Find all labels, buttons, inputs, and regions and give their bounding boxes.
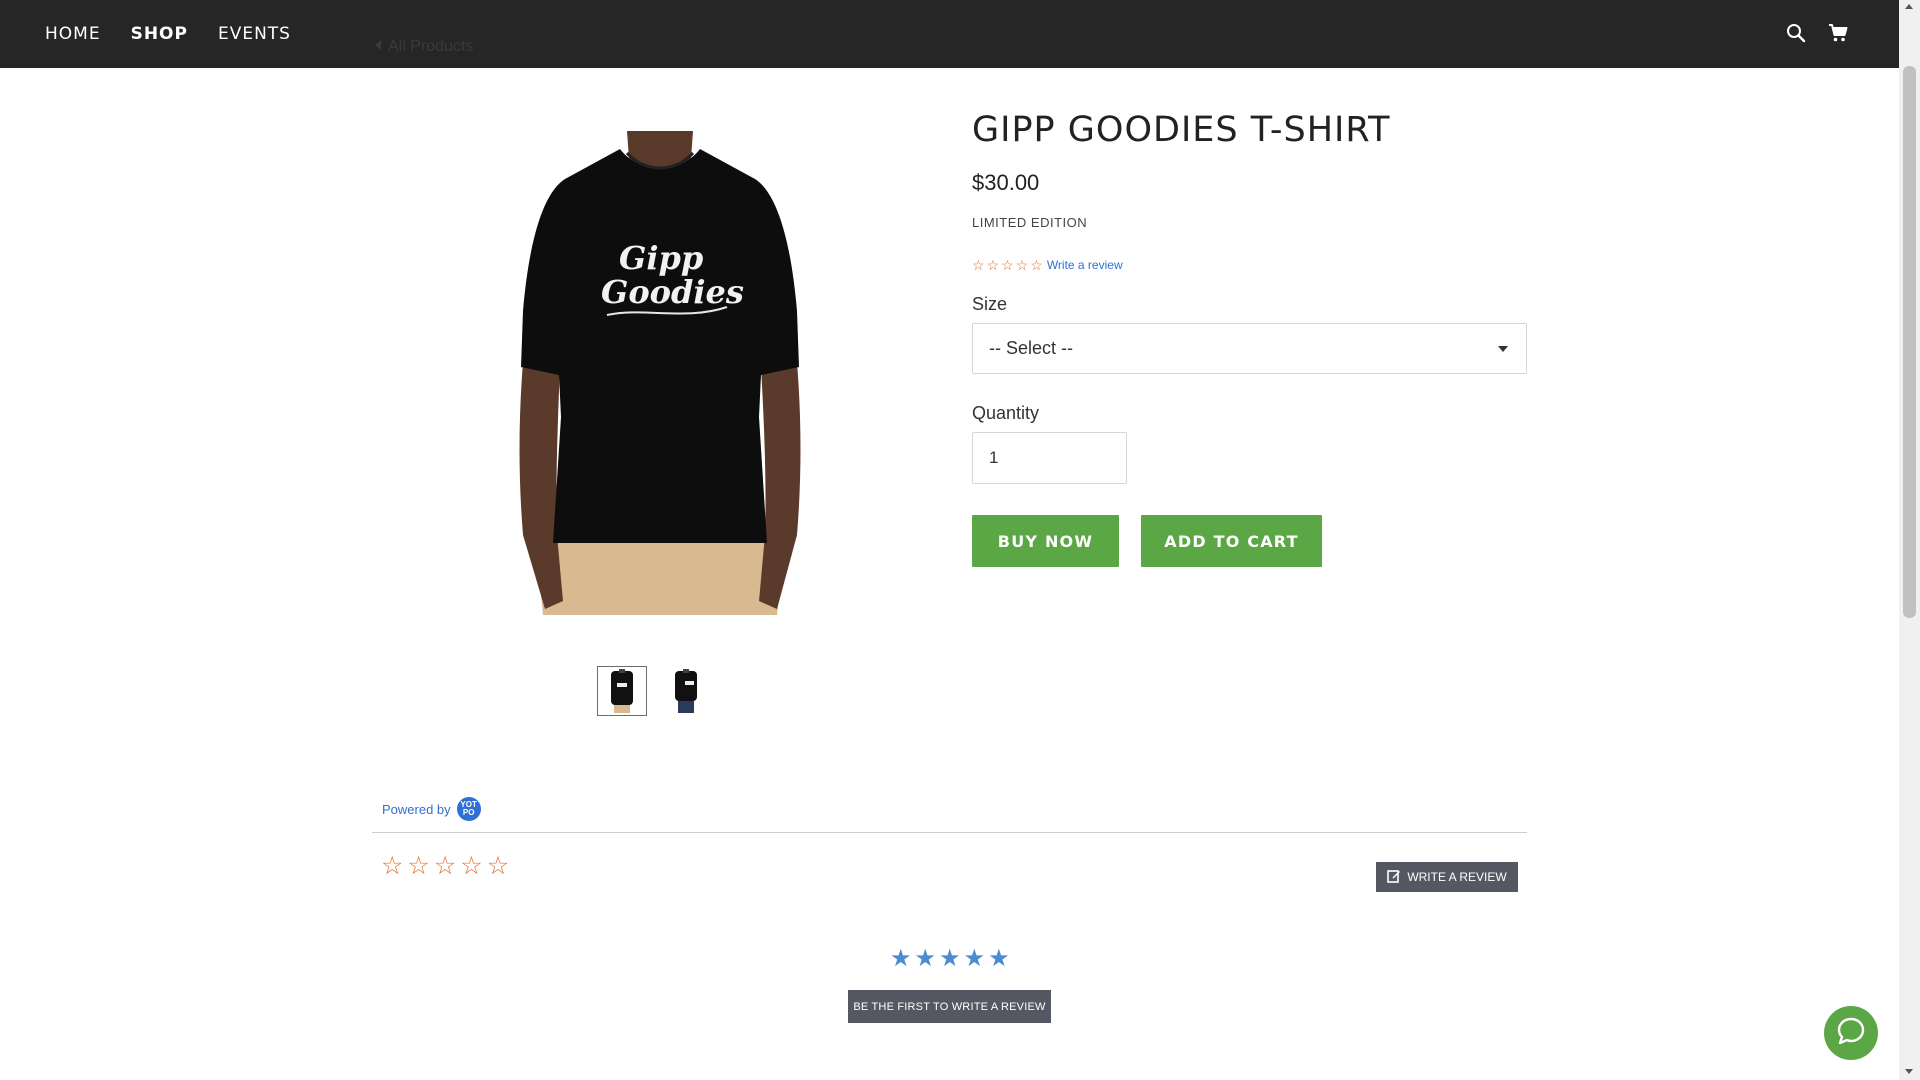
quantity-input[interactable] — [972, 432, 1127, 484]
star-empty-icon: ☆ — [986, 257, 1000, 273]
star-filled-icon: ★ — [939, 945, 961, 972]
caret-left-icon — [374, 38, 382, 56]
size-select-value: -- Select -- — [989, 338, 1074, 358]
header-icons — [1785, 22, 1849, 44]
thumbnail-2[interactable] — [661, 666, 711, 716]
svg-text:Goodies: Goodies — [601, 273, 744, 311]
star-empty-icon: ☆ — [972, 257, 985, 273]
scrollbar-thumb[interactable] — [1903, 66, 1916, 618]
chat-icon — [1836, 1016, 1866, 1051]
size-label: Size — [972, 294, 1008, 314]
back-link-label: All Products — [388, 38, 474, 55]
back-to-products-link[interactable]: All Products — [374, 38, 473, 56]
star-empty-icon: ☆ — [486, 852, 510, 880]
star-filled-icon: ★ — [988, 945, 1010, 972]
search-icon[interactable] — [1785, 22, 1807, 44]
yotpo-logo: YOT PO — [456, 797, 481, 821]
reviews-divider — [372, 832, 1527, 833]
scroll-up-arrow-icon[interactable] — [1905, 4, 1913, 9]
powered-by-label: Powered by — [382, 801, 451, 817]
cart-icon[interactable] — [1827, 22, 1849, 44]
nav-shop[interactable]: SHOP — [131, 24, 188, 44]
svg-text:Gipp: Gipp — [619, 239, 703, 277]
caret-down-icon — [1498, 346, 1508, 352]
star-filled-icon: ★ — [890, 945, 912, 972]
thumbnail-1[interactable] — [597, 666, 647, 716]
site-header: HOME SHOP EVENTS All Products — [0, 0, 1899, 68]
powered-by[interactable]: Powered by YOT PO — [382, 797, 481, 821]
star-filled-icon: ★ — [963, 945, 986, 972]
star-empty-icon: ☆ — [381, 852, 404, 880]
star-empty-icon: ☆ — [460, 852, 483, 880]
scroll-down-arrow-icon[interactable] — [1905, 1069, 1913, 1074]
product-page: HOME SHOP EVENTS All Products Gipp Goodi… — [0, 0, 1899, 1080]
product-title: GIPP GOODIES T-SHIRT — [972, 110, 1391, 150]
star-empty-icon: ☆ — [1001, 257, 1014, 273]
quantity-label: Quantity — [972, 403, 1040, 423]
star-filled-icon: ★ — [914, 945, 937, 972]
star-empty-icon: ☆ — [433, 852, 457, 880]
write-review-button[interactable]: WRITE A REVIEW — [1376, 862, 1518, 892]
average-rating-stars: ☆ ☆ ☆ ☆ ☆ — [381, 854, 509, 879]
star-empty-icon: ☆ — [407, 852, 430, 880]
product-edition: LIMITED EDITION — [972, 215, 1088, 230]
product-rating: ☆ ☆ ☆ ☆ ☆ Write a review — [972, 258, 1123, 272]
edit-icon — [1387, 869, 1401, 886]
star-empty-icon: ☆ — [1030, 257, 1043, 273]
first-review-button[interactable]: BE THE FIRST TO WRITE A REVIEW — [848, 990, 1051, 1023]
nav-home[interactable]: HOME — [45, 24, 101, 44]
product-thumbnails — [597, 666, 711, 716]
product-price: $30.00 — [972, 170, 1040, 195]
nav-events[interactable]: EVENTS — [218, 24, 291, 44]
star-empty-icon: ☆ — [1015, 257, 1029, 273]
buy-now-button[interactable]: BUY NOW — [972, 515, 1119, 567]
main-nav: HOME SHOP EVENTS — [45, 0, 321, 68]
size-select[interactable]: -- Select -- — [972, 323, 1527, 374]
product-main-image[interactable]: Gipp Goodies — [515, 131, 805, 615]
write-review-label: WRITE A REVIEW — [1407, 870, 1507, 884]
add-to-cart-button[interactable]: ADD TO CART — [1141, 515, 1322, 567]
chat-button[interactable] — [1824, 1006, 1878, 1060]
write-review-link[interactable]: Write a review — [1047, 258, 1123, 272]
page-scrollbar[interactable] — [1899, 0, 1920, 1080]
placeholder-stars: ★ ★ ★ ★ ★ — [890, 947, 1010, 971]
